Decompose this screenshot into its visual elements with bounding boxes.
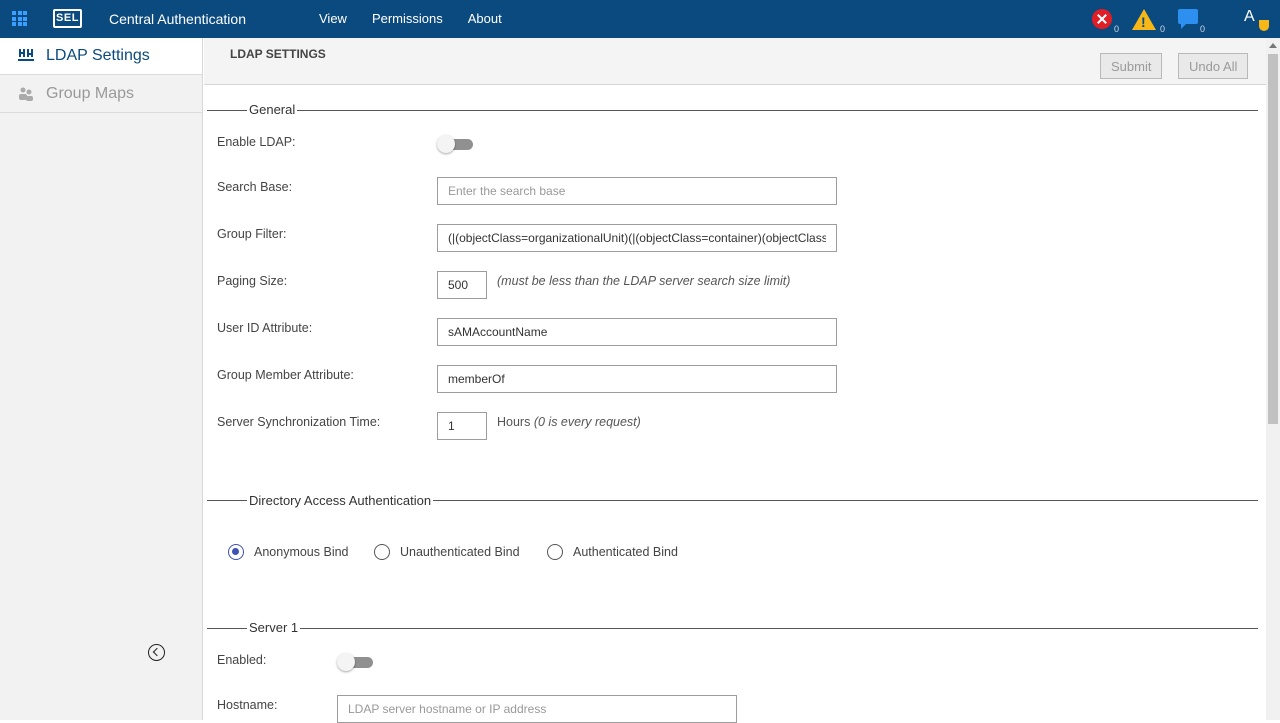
enable-ldap-toggle[interactable] xyxy=(437,135,474,153)
app-title: Central Authentication xyxy=(109,11,246,27)
sync-time-note: (0 is every request) xyxy=(533,415,641,429)
sync-time-unit: Hours xyxy=(497,415,531,429)
nav-about[interactable]: About xyxy=(468,11,502,26)
radio-label: Anonymous Bind xyxy=(254,545,349,559)
radio-anonymous-bind[interactable]: Anonymous Bind xyxy=(228,544,349,560)
enable-ldap-label: Enable LDAP: xyxy=(217,135,296,149)
error-count: 0 xyxy=(1114,24,1120,34)
page-title: LDAP SETTINGS xyxy=(230,47,326,61)
general-divider xyxy=(207,110,1258,111)
server1-divider xyxy=(207,628,1258,629)
sidebar-item-group-maps[interactable]: Group Maps xyxy=(0,75,202,113)
nav-permissions[interactable]: Permissions xyxy=(372,11,443,26)
hostname-label: Hostname: xyxy=(217,698,278,712)
user-id-label: User ID Attribute: xyxy=(217,321,313,335)
undo-all-button[interactable]: Undo All xyxy=(1178,53,1249,79)
radio-label: Unauthenticated Bind xyxy=(400,545,520,559)
top-nav: View Permissions About xyxy=(319,11,527,26)
section-title-general: General xyxy=(247,102,298,117)
page-header: LDAP SETTINGS Submit Undo All xyxy=(204,38,1266,85)
user-id-input[interactable] xyxy=(437,318,837,346)
error-icon[interactable] xyxy=(1092,9,1112,29)
nav-view[interactable]: View xyxy=(319,11,347,26)
hostname-input[interactable] xyxy=(337,695,737,723)
user-avatar[interactable]: A xyxy=(1244,8,1269,31)
search-base-input[interactable] xyxy=(437,177,837,205)
group-member-label: Group Member Attribute: xyxy=(217,368,354,382)
avatar-letter: A xyxy=(1244,8,1255,25)
sidebar-item-ldap-settings[interactable]: LDAP Settings xyxy=(0,38,202,75)
collapse-left-icon[interactable] xyxy=(148,644,165,661)
radio-authenticated-bind[interactable]: Authenticated Bind xyxy=(547,544,678,560)
sync-time-input[interactable] xyxy=(437,412,487,440)
group-filter-label: Group Filter: xyxy=(217,227,287,241)
paging-size-label: Paging Size: xyxy=(217,274,288,288)
shield-icon xyxy=(1259,20,1269,31)
group-maps-icon xyxy=(19,87,33,101)
radio-unauthenticated-bind[interactable]: Unauthenticated Bind xyxy=(374,544,520,560)
warning-icon[interactable] xyxy=(1132,9,1156,30)
radio-unselected-icon xyxy=(547,544,563,560)
message-count: 0 xyxy=(1200,24,1206,34)
radio-selected-icon xyxy=(228,544,244,560)
sidebar-item-label: Group Maps xyxy=(46,84,135,102)
sidebar-item-label: LDAP Settings xyxy=(46,47,150,64)
group-member-input[interactable] xyxy=(437,365,837,393)
sync-time-hint: Hours (0 is every request) xyxy=(497,415,641,429)
scroll-up-icon[interactable] xyxy=(1269,43,1277,48)
sidebar: LDAP Settings Group Maps xyxy=(0,38,203,720)
submit-button[interactable]: Submit xyxy=(1100,53,1163,79)
sync-time-label: Server Synchronization Time: xyxy=(217,415,381,429)
scroll-thumb[interactable] xyxy=(1268,54,1278,424)
paging-size-input[interactable] xyxy=(437,271,487,299)
section-title-directory-access: Directory Access Authentication xyxy=(247,493,434,508)
ldap-settings-icon xyxy=(18,49,34,61)
server1-enabled-toggle[interactable] xyxy=(337,653,374,671)
section-title-server1: Server 1 xyxy=(247,620,301,635)
main-content: LDAP SETTINGS Submit Undo All General En… xyxy=(204,38,1266,723)
vertical-scrollbar[interactable] xyxy=(1266,38,1280,720)
message-icon[interactable] xyxy=(1178,9,1198,29)
paging-size-hint: (must be less than the LDAP server searc… xyxy=(497,274,791,288)
server1-enabled-label: Enabled: xyxy=(217,653,267,667)
radio-unselected-icon xyxy=(374,544,390,560)
top-bar: SEL Central Authentication View Permissi… xyxy=(0,0,1280,38)
radio-label: Authenticated Bind xyxy=(573,545,678,559)
group-filter-input[interactable] xyxy=(437,224,837,252)
sel-logo: SEL xyxy=(53,9,82,28)
search-base-label: Search Base: xyxy=(217,180,293,194)
app-launcher-icon[interactable] xyxy=(12,11,27,26)
warning-count: 0 xyxy=(1160,24,1166,34)
